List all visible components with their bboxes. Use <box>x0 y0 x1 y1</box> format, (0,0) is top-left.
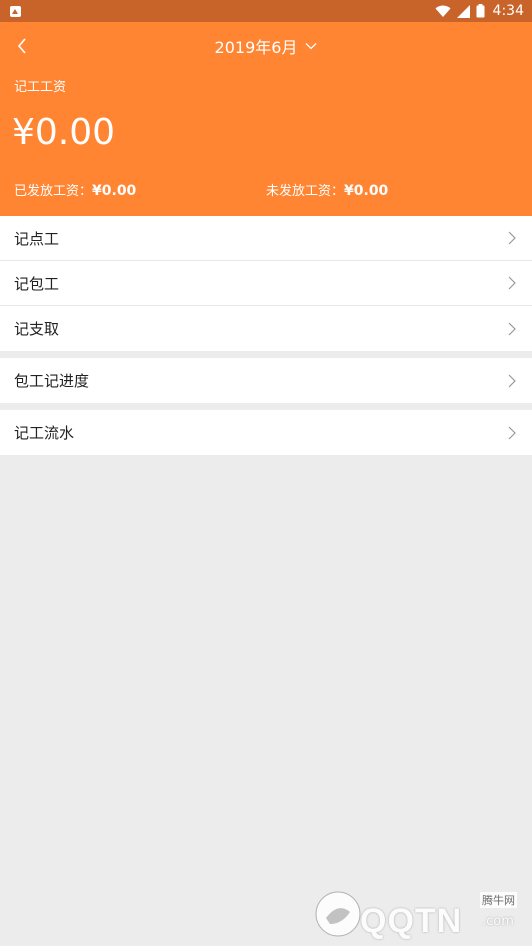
chevron-right-icon <box>508 426 516 439</box>
menu-item-label: 记工流水 <box>14 424 75 442</box>
ledger-menu-group: 记工流水 <box>0 410 532 455</box>
chevron-right-icon <box>508 374 516 387</box>
wage-header: 2019年6月 记工工资 ¥0.00 已发放工资：¥0.00 未发放工资：¥0.… <box>0 22 532 216</box>
menu-item-daily-work[interactable]: 记点工 <box>0 216 532 261</box>
paid-wage-value: ¥0.00 <box>92 183 137 199</box>
menu-item-advance[interactable]: 记支取 <box>0 306 532 351</box>
month-label: 2019年6月 <box>214 38 298 57</box>
watermark: QQTN 腾牛网 .com <box>312 886 524 942</box>
menu-item-contract-work[interactable]: 记包工 <box>0 261 532 306</box>
status-bar: 4:34 <box>0 0 532 22</box>
menu-item-label: 记支取 <box>14 320 60 338</box>
unpaid-wage-value: ¥0.00 <box>344 183 389 199</box>
watermark-brand: QQTN <box>360 902 463 940</box>
watermark-logo-icon <box>315 891 361 937</box>
menu-item-contract-progress[interactable]: 包工记进度 <box>0 358 532 403</box>
page-title: 记工工资 <box>14 80 67 95</box>
paid-wage-label: 已发放工资： <box>14 184 93 199</box>
unpaid-wage-label: 未发放工资： <box>266 184 345 199</box>
signal-icon <box>456 4 470 18</box>
menu-item-label: 包工记进度 <box>14 372 90 390</box>
chevron-right-icon <box>508 231 516 245</box>
status-time: 4:34 <box>492 3 524 19</box>
record-menu-group: 记点工 记包工 记支取 <box>0 216 532 351</box>
watermark-suffix: .com <box>482 914 514 929</box>
chevron-right-icon <box>508 322 516 335</box>
paid-wage: 已发放工资：¥0.00 <box>14 180 136 199</box>
wifi-icon <box>435 5 451 17</box>
menu-item-label: 记点工 <box>14 229 60 248</box>
notification-icon <box>10 5 21 17</box>
watermark-site: 腾牛网 <box>480 892 517 908</box>
total-wage-amount: ¥0.00 <box>12 112 116 153</box>
battery-icon <box>476 4 485 18</box>
unpaid-wage: 未发放工资：¥0.00 <box>266 180 388 199</box>
progress-menu-group: 包工记进度 <box>0 358 532 403</box>
chevron-down-icon <box>305 43 317 50</box>
menu-item-work-ledger[interactable]: 记工流水 <box>0 410 532 455</box>
menu-item-label: 记包工 <box>14 274 60 293</box>
chevron-right-icon <box>508 276 516 290</box>
month-selector[interactable]: 2019年6月 <box>0 34 532 58</box>
